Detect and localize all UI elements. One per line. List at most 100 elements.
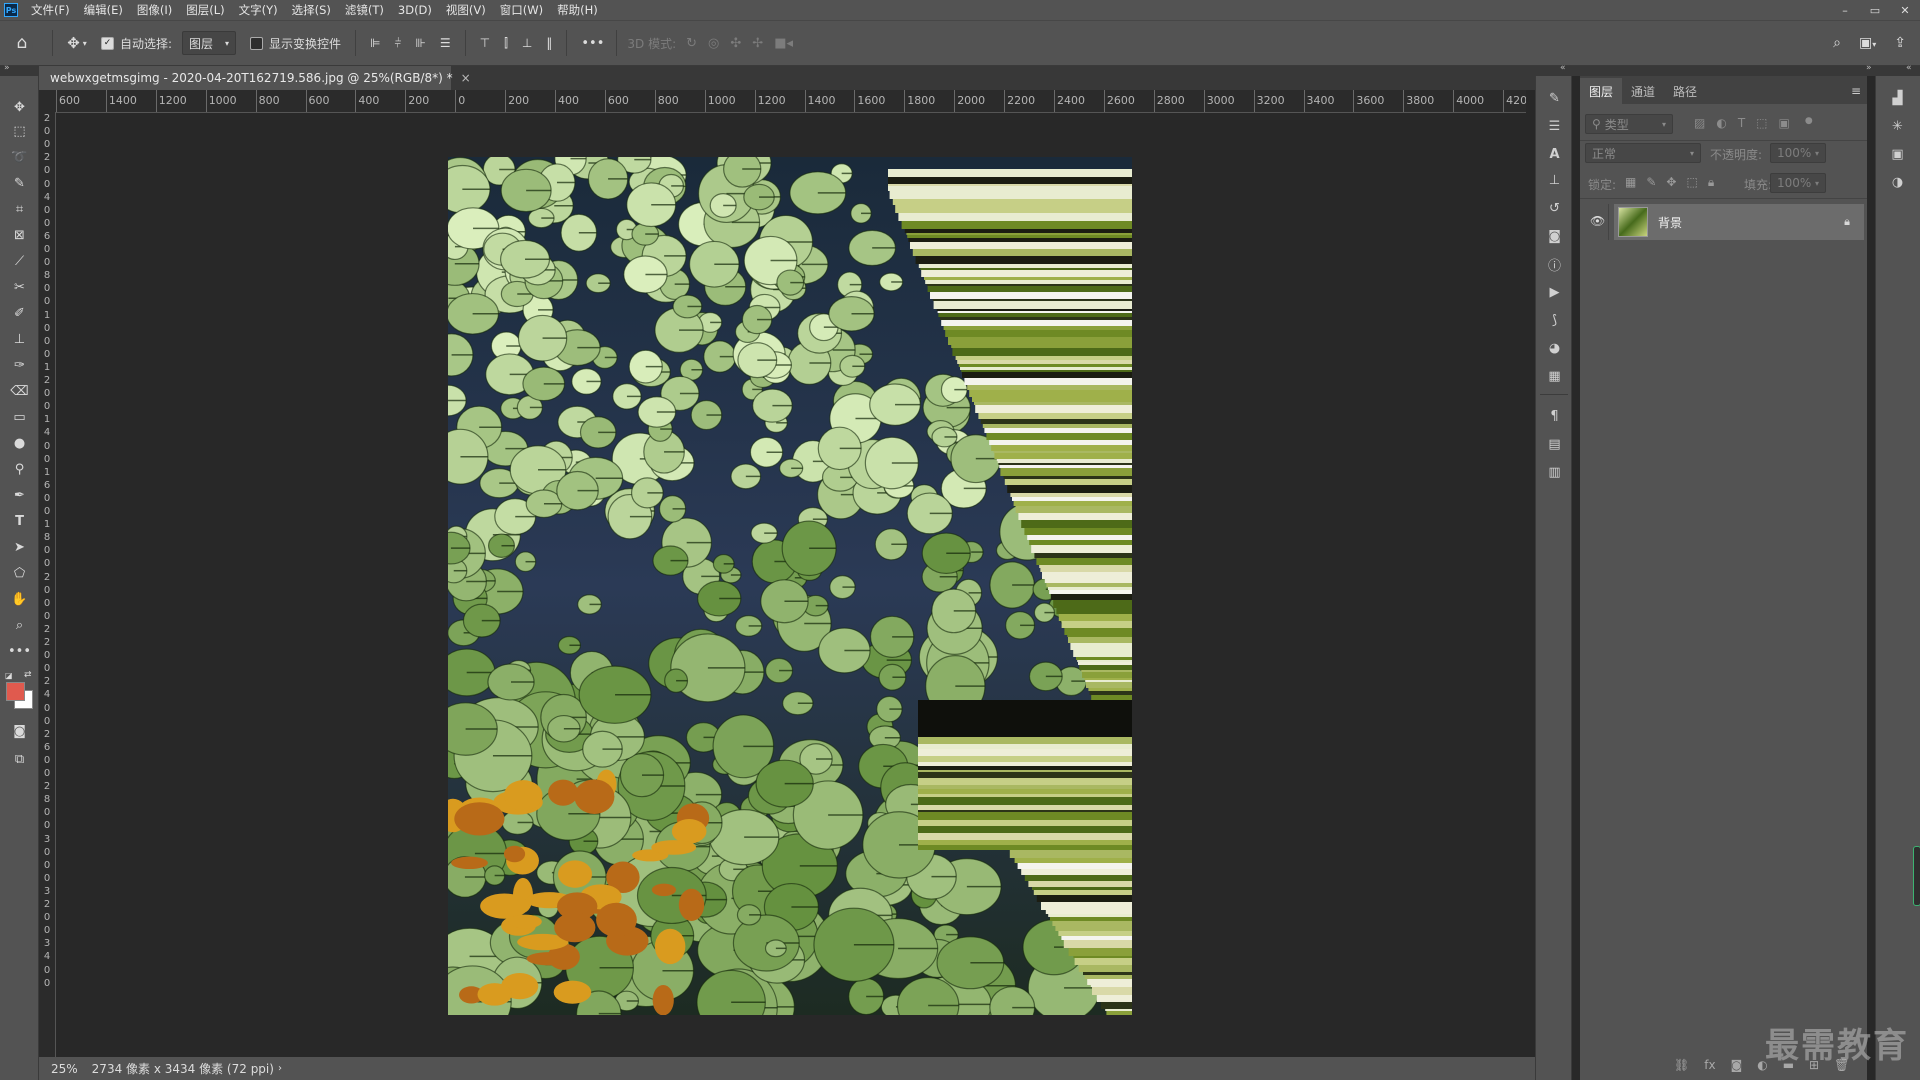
workspace-icon[interactable]: ▣▾: [1859, 35, 1876, 51]
panel-menu-icon[interactable]: ≡: [1851, 78, 1861, 104]
opacity-input[interactable]: 100% ▾: [1770, 143, 1826, 163]
more-options-button[interactable]: •••: [581, 36, 604, 51]
color-icon[interactable]: ◕: [1544, 338, 1565, 359]
zoom-tool-icon[interactable]: ⌕: [6, 614, 33, 636]
lock-artboard-icon[interactable]: ⬚: [1686, 175, 1697, 190]
path-select-tool-icon[interactable]: ➤: [6, 536, 33, 558]
share-icon[interactable]: ⇪: [1894, 35, 1906, 51]
document-info[interactable]: 2734 像素 x 3434 像素 (72 ppi): [92, 1060, 274, 1077]
hand-tool-icon[interactable]: ✋: [6, 588, 33, 610]
brush-tool-icon[interactable]: ✐: [6, 302, 33, 324]
align-top-icon[interactable]: ⊤: [480, 36, 490, 50]
3d-orbit-icon[interactable]: ↻: [686, 36, 697, 51]
notes-icon[interactable]: ▥: [1544, 462, 1565, 483]
menu-select[interactable]: 选择(S): [285, 0, 338, 20]
filter-toggle-icon[interactable]: ●: [1805, 116, 1813, 130]
lock-all-icon[interactable]: 🔒︎: [1708, 175, 1714, 190]
auto-select-target-dropdown[interactable]: 图层 ▾: [182, 31, 237, 55]
collapse-far-panel-icon[interactable]: «: [1906, 63, 1912, 73]
menu-file[interactable]: 文件(F): [24, 0, 77, 20]
distribute-v-icon[interactable]: ‖: [546, 36, 552, 50]
restore-button[interactable]: ▭: [1860, 0, 1890, 20]
clone-stamp-tool-icon[interactable]: ⊥: [6, 328, 33, 350]
document-image[interactable]: [448, 157, 1132, 1015]
menu-3d[interactable]: 3D(D): [391, 0, 439, 20]
eraser-tool-icon[interactable]: ⌫: [6, 380, 33, 402]
menu-window[interactable]: 窗口(W): [493, 0, 550, 20]
move-tool-icon[interactable]: ✥: [6, 96, 33, 118]
auto-select-checkbox[interactable]: ✓: [101, 36, 114, 50]
menu-type[interactable]: 文字(Y): [232, 0, 285, 20]
blur-tool-icon[interactable]: ●: [6, 432, 33, 454]
character-icon[interactable]: A: [1544, 144, 1565, 165]
align-left-icon[interactable]: ⊫: [370, 36, 380, 50]
move-tool-preset-icon[interactable]: ✥ ▾: [61, 34, 93, 52]
quick-mask-icon[interactable]: ◙: [6, 720, 33, 742]
marquee-tool-icon[interactable]: ⬚: [6, 120, 33, 142]
edit-toolbar-icon[interactable]: •••: [6, 640, 33, 662]
add-mask-icon[interactable]: ◙: [1731, 1058, 1743, 1072]
collapse-panel-icon[interactable]: »: [1866, 63, 1872, 73]
navigator-icon[interactable]: ✳: [1887, 116, 1908, 137]
scroll-indicator[interactable]: [1913, 846, 1920, 906]
menu-edit[interactable]: 编辑(E): [77, 0, 130, 20]
3d-slide-icon[interactable]: ✢: [752, 36, 763, 51]
pen-tool-icon[interactable]: ✒: [6, 484, 33, 506]
tab-channels[interactable]: 通道: [1622, 78, 1664, 104]
zoom-level[interactable]: 25%: [51, 1062, 78, 1076]
layer-visibility-eye-icon[interactable]: 👁︎: [1590, 214, 1605, 228]
filter-adjustment-icon[interactable]: ◐: [1716, 116, 1726, 130]
tab-paths[interactable]: 路径: [1664, 78, 1706, 104]
filter-shape-icon[interactable]: ⬚: [1756, 116, 1767, 130]
type-tool-icon[interactable]: T: [6, 510, 33, 532]
properties-icon[interactable]: ◙: [1544, 226, 1565, 247]
layer-row-background[interactable]: 背景 🔒︎: [1614, 204, 1864, 240]
brushes-icon[interactable]: ⟆: [1544, 310, 1565, 331]
menu-image[interactable]: 图像(I): [130, 0, 179, 20]
actions-play-icon[interactable]: ▶: [1544, 282, 1565, 303]
tab-layers[interactable]: 图层: [1580, 78, 1623, 104]
info-icon[interactable]: ⓘ: [1544, 254, 1565, 275]
adjustments-panel-icon[interactable]: ◑: [1887, 172, 1908, 193]
horizontal-ruler[interactable]: 600 1400 1200 1000 800 600 400 200 0 200 400 600 800…: [55, 90, 1526, 113]
gradient-tool-icon[interactable]: ▭: [6, 406, 33, 428]
dodge-tool-icon[interactable]: ⚲: [6, 458, 33, 480]
distribute-h-icon[interactable]: ☰: [440, 36, 451, 50]
home-icon[interactable]: ⌂: [0, 28, 44, 58]
quick-select-tool-icon[interactable]: ✎: [6, 172, 33, 194]
swap-colors-icon[interactable]: ⇄: [24, 670, 32, 680]
history-icon[interactable]: ↺: [1544, 198, 1565, 219]
close-tab-icon[interactable]: ×: [461, 71, 471, 85]
3d-scale-icon[interactable]: ■◂: [774, 36, 793, 51]
paragraph-icon[interactable]: ¶: [1544, 406, 1565, 427]
menu-filter[interactable]: 滤镜(T): [338, 0, 391, 20]
3d-roll-icon[interactable]: ◎: [708, 36, 719, 51]
layer-style-fx-icon[interactable]: fx: [1704, 1058, 1715, 1072]
crop-tool-icon[interactable]: ⌗: [6, 198, 33, 220]
frame-tool-icon[interactable]: ⊠: [6, 224, 33, 246]
lasso-tool-icon[interactable]: ➰: [6, 146, 33, 168]
fill-input[interactable]: 100% ▾: [1770, 173, 1826, 193]
menu-layer[interactable]: 图层(L): [179, 0, 231, 20]
minimize-button[interactable]: –: [1830, 0, 1860, 20]
screen-mode-icon[interactable]: ⧉: [6, 748, 33, 770]
clone-source-icon[interactable]: ⊥: [1544, 170, 1565, 191]
lock-transparent-icon[interactable]: ▦: [1625, 175, 1636, 190]
link-layers-icon[interactable]: ⛓: [1674, 1058, 1689, 1072]
collapse-dock-icon[interactable]: «: [1560, 63, 1566, 73]
healing-tool-icon[interactable]: ✂: [6, 276, 33, 298]
document-tab[interactable]: webwxgetmsgimg - 2020-04-20T162719.586.j…: [39, 66, 471, 90]
layer-filter-dropdown[interactable]: ⚲ 类型 ▾: [1585, 114, 1673, 134]
brush-settings-icon[interactable]: ✎: [1544, 88, 1565, 109]
eyedropper-tool-icon[interactable]: ⟋: [6, 250, 33, 272]
show-transform-checkbox[interactable]: [250, 36, 264, 50]
history-brush-tool-icon[interactable]: ✑: [6, 354, 33, 376]
align-bottom-icon[interactable]: ⊥: [522, 36, 532, 50]
align-center-h-icon[interactable]: ⫩: [395, 36, 402, 51]
swatches-icon[interactable]: ▦: [1544, 366, 1565, 387]
menu-help[interactable]: 帮助(H): [550, 0, 605, 20]
default-colors-icon[interactable]: ◪: [5, 671, 13, 680]
search-icon[interactable]: ⌕: [1833, 35, 1841, 51]
adjustments-icon[interactable]: ☰: [1544, 116, 1565, 137]
vertical-ruler[interactable]: 2002004006008001000120014001600180020002…: [39, 112, 56, 1057]
